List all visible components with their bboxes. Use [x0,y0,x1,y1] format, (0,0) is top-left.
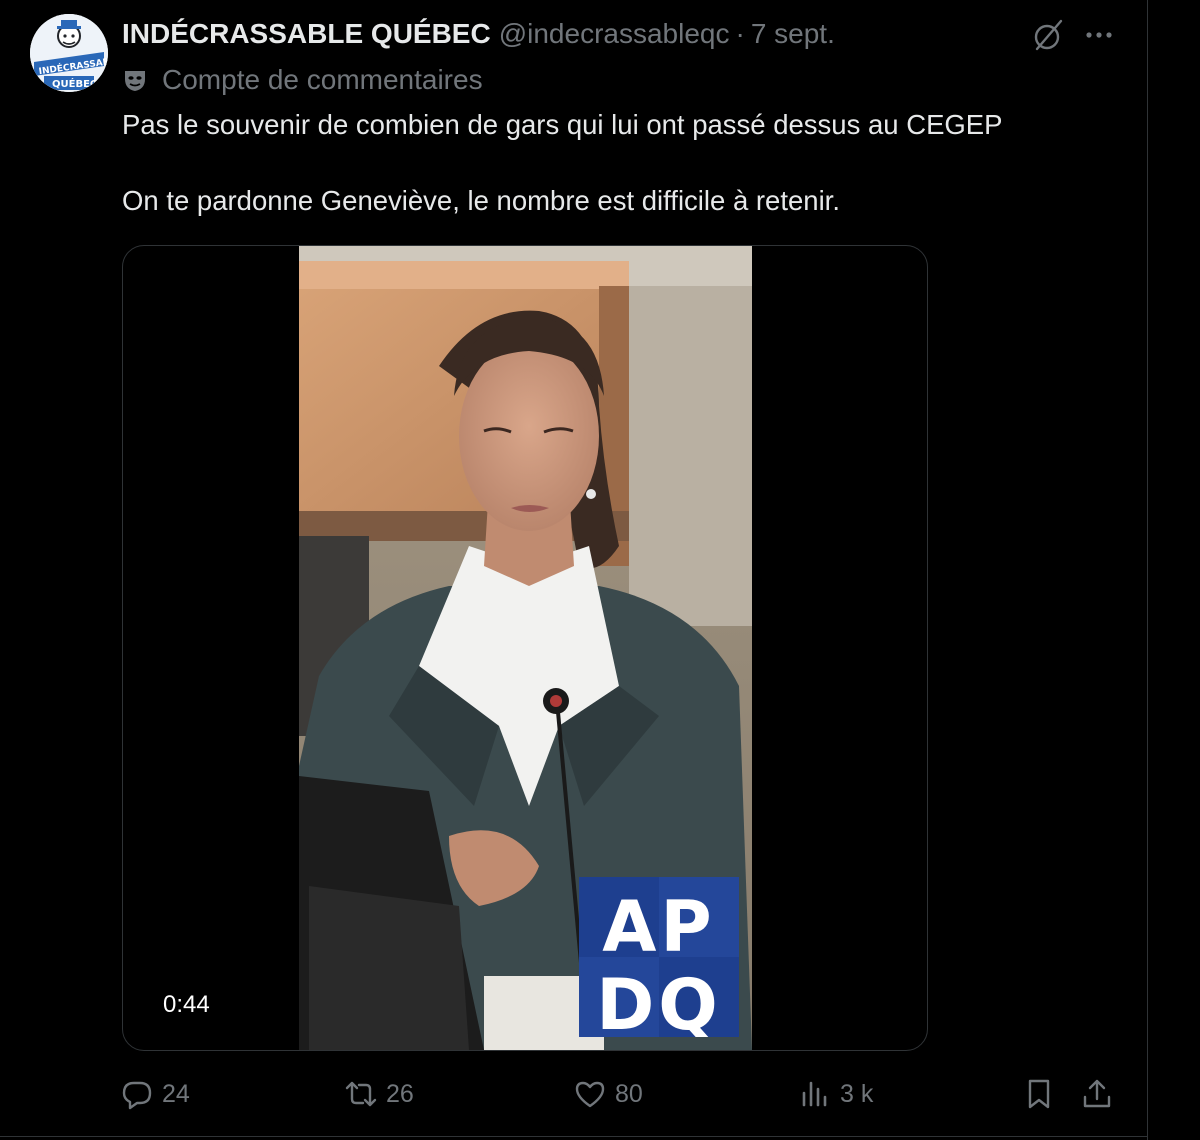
author-name[interactable]: INDÉCRASSABLE QUÉBEC [122,18,491,50]
avatar-logo: INDÉCRASSABLE QUÉBEC [30,14,108,92]
author-handle[interactable]: @indecrassableqc [499,18,730,50]
bookmark-button[interactable] [1022,1072,1056,1116]
video-duration: 0:44 [153,988,220,1022]
views-icon [802,1081,827,1107]
tweet-text-line1: Pas le souvenir de combien de gars qui l… [122,109,1003,140]
like-button[interactable]: 80 [573,1072,643,1116]
grok-icon[interactable] [1028,16,1066,54]
video-thumbnail: AP DQ [299,246,752,1050]
reply-count: 24 [162,1079,190,1108]
more-icon[interactable] [1080,16,1118,54]
apdq-logo-top: AP [602,886,715,968]
apdq-logo: AP DQ [579,877,739,1037]
community-label-row: Compte de commentaires [122,60,483,100]
heart-icon [575,1081,605,1108]
tweet-text: Pas le souvenir de combien de gars qui l… [122,106,1102,220]
tweet-header: INDÉCRASSABLE QUÉBEC @indecrassableqc · … [122,14,835,54]
views-count: 3 k [840,1079,874,1108]
share-icon [1083,1079,1111,1108]
tweet-date[interactable]: 7 sept. [751,18,835,50]
avatar[interactable]: INDÉCRASSABLE QUÉBEC [30,14,108,92]
header-separator: · [735,18,745,49]
bookmark-icon [1028,1079,1050,1109]
community-label[interactable]: Compte de commentaires [162,64,483,96]
reply-icon [122,1081,152,1110]
share-button[interactable] [1080,1072,1114,1116]
repost-icon [345,1081,377,1107]
like-count: 80 [615,1079,643,1108]
repost-button[interactable]: 26 [344,1072,414,1116]
video-player[interactable]: AP DQ 0:44 [122,245,928,1051]
apdq-logo-bottom: DQ [596,964,722,1037]
avatar-logo-line2: QUÉBEC [52,77,97,90]
tweet-text-line2: On te pardonne Geneviève, le nombre est … [122,185,840,216]
column-divider [1147,0,1148,1140]
mask-icon [125,71,145,91]
views-button[interactable]: 3 k [798,1072,873,1116]
tweet-divider [0,1136,1148,1137]
reply-button[interactable]: 24 [120,1072,190,1116]
repost-count: 26 [386,1079,414,1108]
